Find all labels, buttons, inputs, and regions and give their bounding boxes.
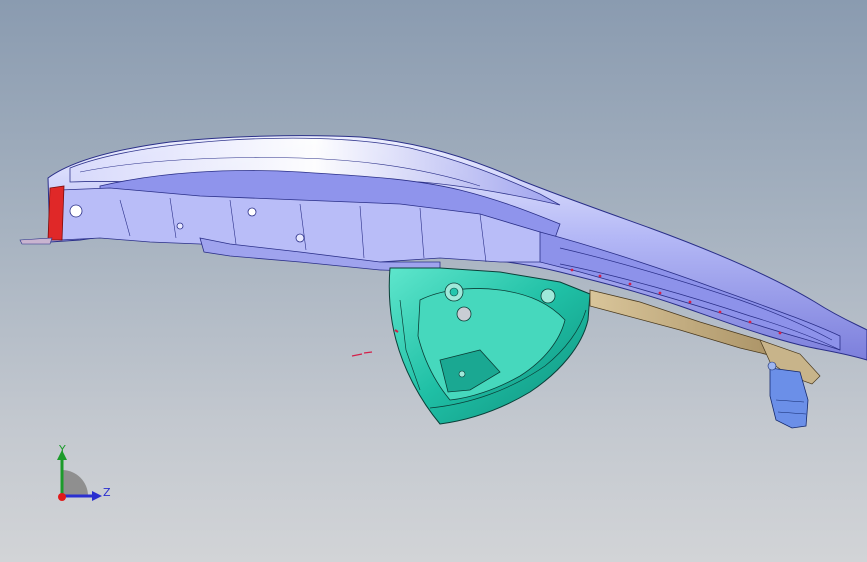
z-axis-arrow-icon (92, 491, 102, 501)
triad-cone-icon (62, 470, 88, 496)
red-end-cap[interactable] (19, 185, 65, 245)
y-axis-label: Y (59, 443, 66, 456)
z-axis-label: Z (103, 486, 111, 499)
x-axis-origin-icon (58, 493, 66, 501)
axis-triad (57, 450, 102, 501)
cad-model-3d-view[interactable] (0, 0, 867, 562)
edge-marker (351, 351, 373, 357)
wheelhouse-panel[interactable] (388, 267, 591, 425)
cad-viewport[interactable]: Y Z (0, 0, 867, 562)
